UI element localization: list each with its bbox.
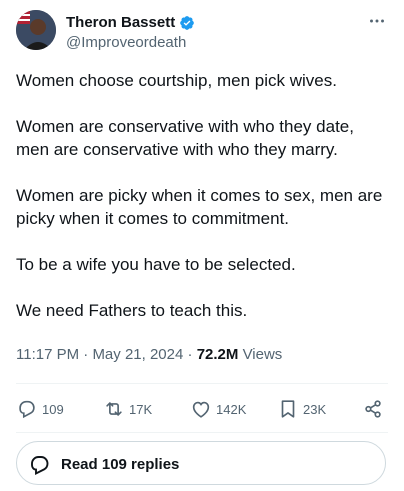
action-bar: 109 17K 142K 23K bbox=[16, 396, 388, 424]
tweet-paragraph: Women choose courtship, men pick wives. bbox=[16, 71, 337, 90]
repost-icon bbox=[106, 402, 122, 416]
author-handle[interactable]: @Improveordeath bbox=[66, 34, 186, 51]
tweet-header: Theron Bassett @Improveordeath bbox=[16, 10, 388, 58]
tweet-meta: 11:17 PM · May 21, 2024 · 72.2M Views bbox=[16, 346, 282, 363]
like-icon bbox=[192, 401, 210, 418]
share-icon bbox=[365, 400, 381, 418]
share-button[interactable] bbox=[362, 398, 384, 420]
like-count: 142K bbox=[216, 401, 247, 417]
bookmark-count: 23K bbox=[303, 401, 327, 417]
views-label: Views bbox=[242, 346, 283, 363]
tweet-time[interactable]: 11:17 PM bbox=[16, 346, 79, 363]
tweet-paragraph: Women are conservative with who they dat… bbox=[16, 117, 354, 159]
reply-button[interactable]: 109 bbox=[16, 398, 64, 420]
divider bbox=[16, 383, 388, 384]
tweet-date[interactable]: May 21, 2024 bbox=[92, 346, 183, 363]
like-button[interactable]: 142K bbox=[190, 398, 246, 420]
reply-icon bbox=[19, 400, 35, 419]
author-name[interactable]: Theron Bassett bbox=[66, 14, 175, 31]
reply-count: 109 bbox=[42, 401, 64, 417]
author-name-row: Theron Bassett bbox=[66, 14, 195, 31]
repost-button[interactable]: 17K bbox=[103, 398, 152, 420]
divider bbox=[16, 432, 388, 433]
reply-bubble-icon bbox=[31, 456, 49, 476]
read-replies-button[interactable]: Read 109 replies bbox=[16, 441, 386, 485]
more-icon[interactable] bbox=[366, 10, 388, 32]
tweet-text: Women choose courtship, men pick wives. … bbox=[16, 69, 388, 345]
repost-count: 17K bbox=[129, 401, 153, 417]
meta-separator: · bbox=[187, 346, 197, 363]
tweet-paragraph: To be a wife you have to be selected. bbox=[16, 255, 296, 274]
verified-badge-icon bbox=[180, 15, 195, 30]
tweet-paragraph: We need Fathers to teach this. bbox=[16, 301, 248, 320]
bookmark-icon bbox=[281, 400, 295, 418]
tweet-paragraph: Women are picky when it comes to sex, me… bbox=[16, 186, 383, 228]
avatar[interactable] bbox=[16, 10, 56, 50]
bookmark-button[interactable]: 23K bbox=[277, 398, 326, 420]
views-count: 72.2M bbox=[196, 346, 239, 363]
avatar-image bbox=[16, 10, 56, 50]
read-replies-label: Read 109 replies bbox=[61, 456, 180, 473]
